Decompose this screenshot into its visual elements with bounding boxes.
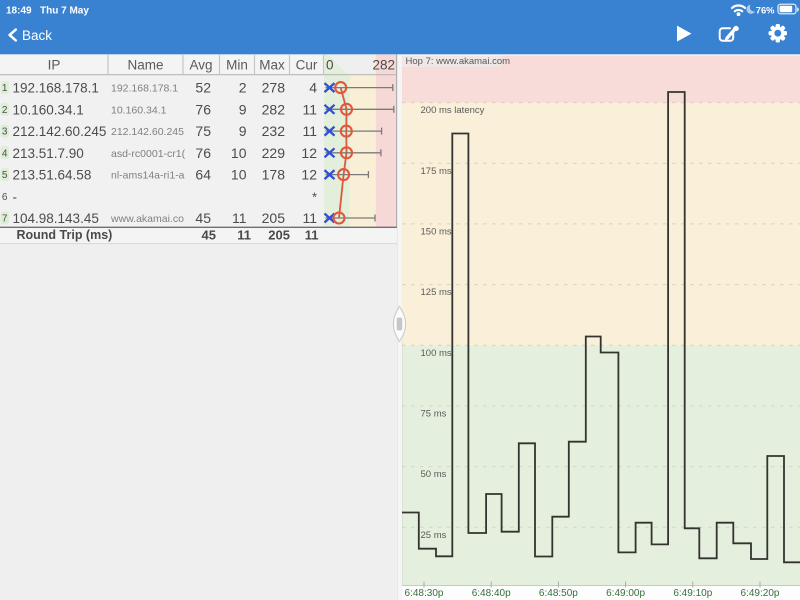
svg-text:192.168.178.1: 192.168.178.1 (13, 81, 99, 96)
svg-text:212.142.60.245: 212.142.60.245 (111, 126, 184, 138)
svg-text:3: 3 (2, 127, 8, 138)
svg-text:4: 4 (2, 148, 8, 159)
svg-text:0: 0 (326, 58, 334, 73)
svg-text:6:49:10p: 6:49:10p (673, 588, 712, 599)
svg-text:10.160.34.1: 10.160.34.1 (13, 102, 84, 117)
svg-text:18:49: 18:49 (6, 6, 32, 17)
svg-text:45: 45 (195, 210, 211, 226)
svg-text:Min: Min (226, 58, 248, 73)
svg-text:282: 282 (372, 58, 395, 73)
svg-text:nl-ams14a-ri1-a: nl-ams14a-ri1-a (111, 170, 185, 182)
svg-text:11: 11 (302, 101, 317, 117)
svg-text:1: 1 (2, 83, 8, 94)
svg-text:Max: Max (259, 58, 285, 73)
svg-text:178: 178 (262, 167, 286, 183)
svg-text:25 ms: 25 ms (421, 530, 447, 541)
svg-text:Avg: Avg (189, 58, 212, 73)
svg-text:6: 6 (2, 192, 8, 203)
svg-text:9: 9 (239, 123, 247, 139)
svg-text:104.98.143.45: 104.98.143.45 (13, 211, 99, 226)
svg-text:Round Trip (ms): Round Trip (ms) (17, 228, 113, 242)
svg-text:11: 11 (302, 210, 317, 226)
svg-text:asd-rc0001-cr1(: asd-rc0001-cr1( (111, 148, 186, 160)
svg-text:Thu 7 May: Thu 7 May (40, 6, 89, 17)
svg-text:10.160.34.1: 10.160.34.1 (111, 104, 167, 116)
svg-text:75: 75 (195, 123, 211, 139)
svg-text:205: 205 (268, 228, 290, 243)
svg-text:205: 205 (262, 210, 286, 226)
svg-text:12: 12 (301, 167, 317, 183)
svg-text:175 ms: 175 ms (421, 166, 452, 177)
svg-text:*: * (312, 189, 317, 204)
svg-text:200 ms latency: 200 ms latency (421, 105, 485, 116)
svg-text:2: 2 (2, 105, 8, 116)
svg-text:45: 45 (202, 228, 216, 243)
svg-text:9: 9 (239, 101, 247, 117)
svg-text:11: 11 (232, 210, 247, 226)
svg-text:12: 12 (301, 145, 317, 161)
svg-text:6:49:20p: 6:49:20p (741, 588, 780, 599)
svg-text:10: 10 (231, 145, 247, 161)
svg-text:IP: IP (48, 58, 61, 73)
svg-text:150 ms: 150 ms (421, 227, 452, 238)
svg-text:Cur: Cur (296, 58, 318, 73)
svg-text:11: 11 (302, 123, 317, 139)
svg-text:52: 52 (195, 80, 211, 96)
svg-text:282: 282 (262, 101, 286, 117)
svg-text:4: 4 (309, 80, 317, 96)
svg-text:232: 232 (262, 123, 286, 139)
svg-text:-: - (13, 189, 18, 204)
svg-text:11: 11 (305, 228, 319, 243)
svg-text:7: 7 (2, 214, 8, 225)
svg-text:125 ms: 125 ms (421, 287, 452, 298)
svg-text:76: 76 (195, 145, 211, 161)
svg-text:192.168.178.1: 192.168.178.1 (111, 83, 178, 95)
svg-text:76%: 76% (756, 4, 775, 15)
svg-text:6:49:00p: 6:49:00p (606, 588, 645, 599)
svg-text:76: 76 (195, 101, 211, 117)
svg-text:213.51.7.90: 213.51.7.90 (13, 146, 84, 161)
svg-text:229: 229 (262, 145, 286, 161)
svg-text:10: 10 (231, 167, 247, 183)
svg-text:6:48:50p: 6:48:50p (539, 588, 578, 599)
svg-text:2: 2 (239, 80, 247, 96)
svg-text:212.142.60.245: 212.142.60.245 (13, 124, 107, 139)
svg-text:6:48:30p: 6:48:30p (405, 588, 444, 599)
svg-text:75 ms: 75 ms (421, 409, 447, 420)
svg-text:100 ms: 100 ms (421, 348, 452, 359)
svg-text:Name: Name (127, 58, 163, 73)
svg-text:6:48:40p: 6:48:40p (472, 588, 511, 599)
svg-text:64: 64 (195, 167, 211, 183)
svg-text:278: 278 (262, 80, 286, 96)
svg-text:5: 5 (2, 170, 8, 181)
svg-text:Back: Back (22, 28, 52, 43)
svg-text:11: 11 (237, 228, 251, 243)
svg-text:50 ms: 50 ms (421, 469, 447, 480)
svg-text:www.akamai.co: www.akamai.co (110, 213, 184, 225)
svg-text:213.51.64.58: 213.51.64.58 (13, 168, 92, 183)
svg-text:Hop 7: www.akamai.com: Hop 7: www.akamai.com (406, 56, 511, 67)
